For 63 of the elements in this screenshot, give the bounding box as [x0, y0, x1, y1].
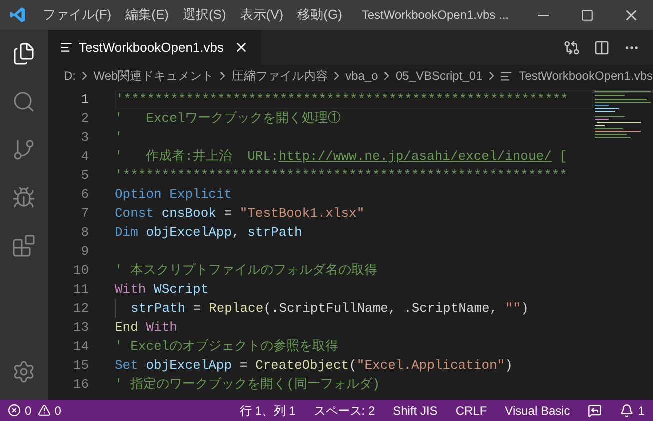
line-number: 6	[80, 186, 89, 204]
code-line: ' 作成者:井上治 URL:http://www.ne.jp/asahi/excel/inoue/ [	[115, 148, 568, 166]
code-line: Set objExcelApp = CreateObject("Excel.Application")	[115, 356, 513, 375]
line-number: 15	[72, 356, 89, 375]
line-number: 10	[72, 262, 89, 280]
breadcrumb-item[interactable]: vba_o	[346, 67, 378, 85]
app-logo-icon	[9, 6, 27, 24]
line-number: 11	[72, 280, 89, 299]
code-line: ' Excelワークブックを開く処理①	[115, 110, 342, 128]
status-item[interactable]: スペース: 2	[314, 402, 376, 420]
menu-item[interactable]: ファイル(F)	[36, 5, 119, 25]
code-line: ' 本スクリプトファイルのフォルダ名の取得	[115, 262, 378, 280]
breadcrumb-item[interactable]: D:	[64, 67, 76, 85]
status-item[interactable]: Shift JIS	[393, 402, 438, 420]
bell-icon[interactable]	[620, 404, 634, 418]
code-line: '	[115, 128, 123, 147]
minimize-icon	[538, 14, 548, 16]
line-number: 9	[80, 242, 89, 261]
line-number: 14	[72, 338, 89, 356]
code-line: ' 指定のワークブックを開く(同一フォルダ)	[115, 376, 380, 394]
line-number: 8	[80, 224, 89, 242]
code-line: Const cnsBook = "TestBook1.xlsx"	[115, 204, 365, 223]
breadcrumb-item[interactable]: 圧縮ファイル内容	[232, 67, 328, 85]
window-title: TestWorkbookOpen1.vbs ...	[362, 7, 509, 24]
file-icon	[500, 70, 514, 82]
error-count[interactable]: 0	[25, 402, 32, 420]
breadcrumb-item[interactable]: 05_VBScript_01	[396, 67, 483, 85]
code-line: With WScript	[115, 280, 209, 299]
status-item[interactable]: 行 1、列 1	[240, 402, 296, 420]
line-number: 16	[72, 376, 89, 394]
code-line: '*********************************************************	[116, 90, 568, 109]
code-line: End With	[115, 318, 178, 337]
menu-item[interactable]: 選択(S)	[176, 5, 234, 25]
breadcrumb-item[interactable]: TestWorkbookOpen1.vbs	[519, 67, 653, 85]
maximize-icon	[580, 8, 594, 22]
warning-count[interactable]: 0	[54, 402, 62, 420]
line-number: 3	[80, 128, 89, 147]
code-line: strPath = Replace(.ScriptFullName, .ScriptName, "")	[131, 300, 529, 318]
status-item[interactable]: CRLF	[456, 402, 488, 420]
code-line: Option Explicit	[115, 186, 232, 204]
menu-item[interactable]: 編集(E)	[118, 5, 176, 25]
error-icon	[8, 404, 21, 417]
notification-count[interactable]: 1	[638, 402, 645, 420]
code-line: Dim objExcelApp, strPath	[115, 224, 302, 242]
warning-icon	[38, 404, 51, 417]
line-number: 1	[80, 90, 89, 109]
feedback-icon[interactable]	[588, 404, 602, 418]
line-number: 5	[80, 166, 89, 185]
file-icon	[60, 41, 73, 54]
tab-label: TestWorkbookOpen1.vbs	[79, 38, 224, 57]
line-number: 7	[80, 204, 89, 223]
close-icon[interactable]	[234, 40, 249, 55]
editor-tab[interactable]: TestWorkbookOpen1.vbs	[48, 30, 261, 65]
status-item[interactable]: Visual Basic	[505, 402, 570, 420]
line-number: 13	[72, 318, 89, 337]
menu-item[interactable]: 表示(V)	[233, 5, 291, 25]
line-number: 2	[80, 110, 89, 128]
line-number: 4	[80, 148, 89, 166]
breadcrumb-item[interactable]: Web関連ドキュメント	[94, 67, 214, 85]
code-line: ' Excelのオブジェクトの参照を取得	[115, 338, 339, 356]
code-line: '*********************************************************	[115, 166, 568, 185]
line-number: 12	[72, 300, 89, 318]
menu-item[interactable]: 移動(G)	[290, 5, 350, 25]
